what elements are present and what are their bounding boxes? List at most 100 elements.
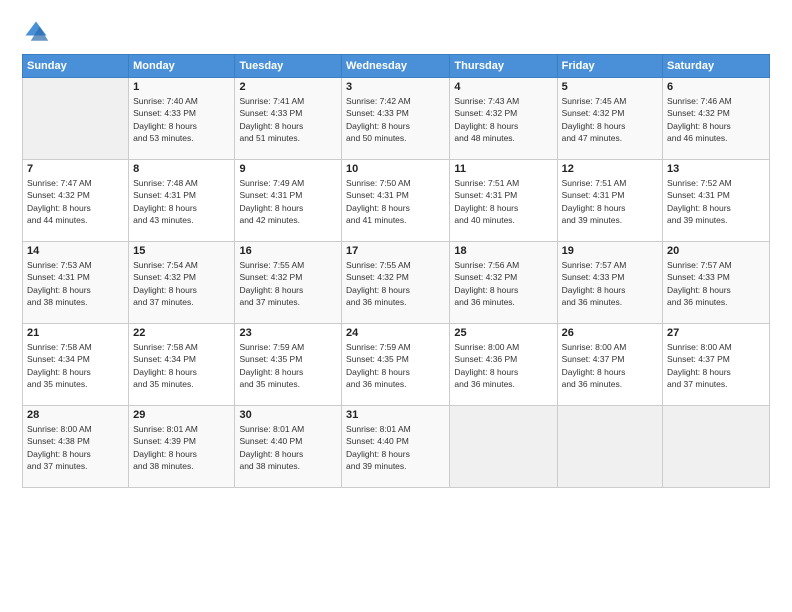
day-number: 16 (239, 245, 337, 257)
weekday-header-wednesday: Wednesday (342, 55, 450, 78)
weekday-header-sunday: Sunday (23, 55, 129, 78)
day-number: 21 (27, 327, 124, 339)
calendar-week-row: 28 Sunrise: 8:00 AMSunset: 4:38 PMDayligh… (23, 406, 770, 488)
calendar-cell: 8Sunrise: 7:48 AMSunset: 4:31 PMDaylight… (129, 160, 235, 242)
day-info: Sunrise: 8:01 AMSunset: 4:39 PMDaylight:… (133, 423, 230, 472)
day-number: 14 (27, 245, 124, 257)
day-info: Sunrise: 7:50 AMSunset: 4:31 PMDaylight:… (346, 177, 445, 226)
day-number: 28 (27, 409, 124, 421)
calendar-week-row: 1 Sunrise: 7:40 AMSunset: 4:33 PMDaylight… (23, 78, 770, 160)
calendar-cell: 13 Sunrise: 7:52 AMSunset: 4:31 PMDayligh… (663, 160, 770, 242)
calendar-cell: 2 Sunrise: 7:41 AMSunset: 4:33 PMDaylight… (235, 78, 342, 160)
day-number: 30 (239, 409, 337, 421)
day-info: Sunrise: 7:49 AMSunset: 4:31 PMDaylight:… (239, 177, 337, 226)
weekday-header-tuesday: Tuesday (235, 55, 342, 78)
day-info: Sunrise: 7:54 AMSunset: 4:32 PMDaylight:… (133, 259, 230, 308)
calendar-week-row: 7 Sunrise: 7:47 AMSunset: 4:32 PMDaylight… (23, 160, 770, 242)
day-number: 22 (133, 327, 230, 339)
day-info: Sunrise: 8:00 AMSunset: 4:37 PMDaylight:… (667, 341, 765, 390)
calendar-header: SundayMondayTuesdayWednesdayThursdayFrid… (23, 55, 770, 78)
calendar-cell: 14Sunrise: 7:53 AMSunset: 4:31 PMDayligh… (23, 242, 129, 324)
weekday-header-friday: Friday (557, 55, 662, 78)
calendar-cell: 9 Sunrise: 7:49 AMSunset: 4:31 PMDaylight… (235, 160, 342, 242)
header (22, 18, 770, 46)
calendar-week-row: 14Sunrise: 7:53 AMSunset: 4:31 PMDayligh… (23, 242, 770, 324)
day-info: Sunrise: 7:42 AMSunset: 4:33 PMDaylight:… (346, 95, 445, 144)
day-info: Sunrise: 7:45 AMSunset: 4:32 PMDaylight:… (562, 95, 658, 144)
calendar-cell: 20 Sunrise: 7:57 AMSunset: 4:33 PMDayligh… (663, 242, 770, 324)
day-number: 13 (667, 163, 765, 175)
calendar-cell: 18Sunrise: 7:56 AMSunset: 4:32 PMDayligh… (450, 242, 557, 324)
day-number: 9 (239, 163, 337, 175)
calendar-cell: 17 Sunrise: 7:55 AMSunset: 4:32 PMDayligh… (342, 242, 450, 324)
day-info: Sunrise: 7:55 AMSunset: 4:32 PMDaylight:… (346, 259, 445, 308)
day-number: 15 (133, 245, 230, 257)
day-info: Sunrise: 7:41 AMSunset: 4:33 PMDaylight:… (239, 95, 337, 144)
day-info: Sunrise: 7:58 AMSunset: 4:34 PMDaylight:… (27, 341, 124, 390)
day-number: 10 (346, 163, 445, 175)
calendar-cell (663, 406, 770, 488)
day-number: 3 (346, 81, 445, 93)
day-number: 12 (562, 163, 658, 175)
day-info: Sunrise: 7:51 AMSunset: 4:31 PMDaylight:… (454, 177, 552, 226)
calendar-cell: 22 Sunrise: 7:58 AMSunset: 4:34 PMDayligh… (129, 324, 235, 406)
calendar-cell: 11 Sunrise: 7:51 AMSunset: 4:31 PMDayligh… (450, 160, 557, 242)
calendar-cell: 24Sunrise: 7:59 AMSunset: 4:35 PMDayligh… (342, 324, 450, 406)
day-number: 2 (239, 81, 337, 93)
calendar-cell: 21 Sunrise: 7:58 AMSunset: 4:34 PMDayligh… (23, 324, 129, 406)
day-number: 6 (667, 81, 765, 93)
day-number: 7 (27, 163, 124, 175)
day-number: 26 (562, 327, 658, 339)
day-info: Sunrise: 8:01 AMSunset: 4:40 PMDaylight:… (346, 423, 445, 472)
day-number: 23 (239, 327, 337, 339)
day-number: 31 (346, 409, 445, 421)
calendar-cell (23, 78, 129, 160)
calendar-cell: 3 Sunrise: 7:42 AMSunset: 4:33 PMDaylight… (342, 78, 450, 160)
calendar-cell: 12Sunrise: 7:51 AMSunset: 4:31 PMDayligh… (557, 160, 662, 242)
calendar-body: 1 Sunrise: 7:40 AMSunset: 4:33 PMDaylight… (23, 78, 770, 488)
calendar-cell: 7 Sunrise: 7:47 AMSunset: 4:32 PMDaylight… (23, 160, 129, 242)
day-number: 20 (667, 245, 765, 257)
calendar-cell: 16Sunrise: 7:55 AMSunset: 4:32 PMDayligh… (235, 242, 342, 324)
calendar-cell: 23 Sunrise: 7:59 AMSunset: 4:35 PMDayligh… (235, 324, 342, 406)
weekday-header-row: SundayMondayTuesdayWednesdayThursdayFrid… (23, 55, 770, 78)
day-info: Sunrise: 8:00 AMSunset: 4:38 PMDaylight:… (27, 423, 124, 472)
calendar-cell: 1 Sunrise: 7:40 AMSunset: 4:33 PMDaylight… (129, 78, 235, 160)
calendar-cell: 6Sunrise: 7:46 AMSunset: 4:32 PMDaylight… (663, 78, 770, 160)
day-number: 5 (562, 81, 658, 93)
calendar-cell: 26 Sunrise: 8:00 AMSunset: 4:37 PMDayligh… (557, 324, 662, 406)
day-info: Sunrise: 7:56 AMSunset: 4:32 PMDaylight:… (454, 259, 552, 308)
calendar-cell: 15 Sunrise: 7:54 AMSunset: 4:32 PMDayligh… (129, 242, 235, 324)
day-info: Sunrise: 8:00 AMSunset: 4:36 PMDaylight:… (454, 341, 552, 390)
calendar-cell (557, 406, 662, 488)
day-number: 25 (454, 327, 552, 339)
day-info: Sunrise: 7:57 AMSunset: 4:33 PMDaylight:… (562, 259, 658, 308)
day-info: Sunrise: 8:00 AMSunset: 4:37 PMDaylight:… (562, 341, 658, 390)
calendar-cell: 10 Sunrise: 7:50 AMSunset: 4:31 PMDayligh… (342, 160, 450, 242)
weekday-header-thursday: Thursday (450, 55, 557, 78)
calendar-cell: 27Sunrise: 8:00 AMSunset: 4:37 PMDayligh… (663, 324, 770, 406)
calendar-cell: 19 Sunrise: 7:57 AMSunset: 4:33 PMDayligh… (557, 242, 662, 324)
page: SundayMondayTuesdayWednesdayThursdayFrid… (0, 0, 792, 612)
day-info: Sunrise: 7:47 AMSunset: 4:32 PMDaylight:… (27, 177, 124, 226)
day-info: Sunrise: 7:48 AMSunset: 4:31 PMDaylight:… (133, 177, 230, 226)
day-number: 24 (346, 327, 445, 339)
logo-icon (22, 18, 50, 46)
calendar-cell: 31 Sunrise: 8:01 AMSunset: 4:40 PMDayligh… (342, 406, 450, 488)
day-info: Sunrise: 7:40 AMSunset: 4:33 PMDaylight:… (133, 95, 230, 144)
calendar-cell: 28 Sunrise: 8:00 AMSunset: 4:38 PMDayligh… (23, 406, 129, 488)
calendar-cell: 25 Sunrise: 8:00 AMSunset: 4:36 PMDayligh… (450, 324, 557, 406)
weekday-header-saturday: Saturday (663, 55, 770, 78)
day-info: Sunrise: 7:43 AMSunset: 4:32 PMDaylight:… (454, 95, 552, 144)
calendar-cell: 4Sunrise: 7:43 AMSunset: 4:32 PMDaylight… (450, 78, 557, 160)
calendar-cell: 29Sunrise: 8:01 AMSunset: 4:39 PMDayligh… (129, 406, 235, 488)
day-info: Sunrise: 7:58 AMSunset: 4:34 PMDaylight:… (133, 341, 230, 390)
day-info: Sunrise: 7:59 AMSunset: 4:35 PMDaylight:… (239, 341, 337, 390)
calendar-week-row: 21 Sunrise: 7:58 AMSunset: 4:34 PMDayligh… (23, 324, 770, 406)
day-info: Sunrise: 7:52 AMSunset: 4:31 PMDaylight:… (667, 177, 765, 226)
day-number: 1 (133, 81, 230, 93)
day-number: 19 (562, 245, 658, 257)
day-info: Sunrise: 7:57 AMSunset: 4:33 PMDaylight:… (667, 259, 765, 308)
day-number: 17 (346, 245, 445, 257)
day-number: 11 (454, 163, 552, 175)
